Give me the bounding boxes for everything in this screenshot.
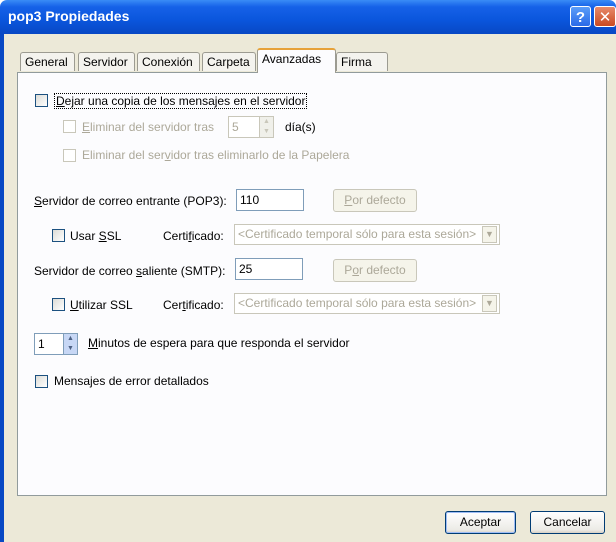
remove-after-unit: día(s) (285, 120, 316, 134)
outgoing-port-input[interactable]: 25 (235, 258, 303, 280)
timeout-label: Minutos de espera para que responda el s… (88, 336, 350, 350)
incoming-cert-select[interactable]: <Certificado temporal sólo para esta ses… (234, 224, 500, 245)
ok-button[interactable]: Aceptar (445, 511, 516, 534)
leave-copy-label[interactable]: Dejar una copia de los mensajes en el se… (54, 93, 308, 109)
spin-up-icon[interactable]: ▲ (64, 334, 77, 344)
spin-up-icon[interactable]: ▲ (260, 117, 273, 127)
remove-after-checkbox[interactable] (63, 120, 76, 133)
window-title: pop3 Propiedades (8, 8, 130, 24)
remove-after-spinner[interactable]: ▲ ▼ (259, 116, 274, 138)
cancel-button[interactable]: Cancelar (530, 511, 605, 534)
incoming-cert-label: Certificado: (163, 229, 224, 243)
remove-deleted-checkbox[interactable] (63, 149, 76, 162)
chevron-down-icon[interactable]: ▼ (482, 226, 497, 243)
incoming-server-label: Servidor de correo entrante (POP3): (34, 194, 227, 208)
remove-after-label: Eliminar del servidor tras (82, 120, 215, 134)
tab-firma[interactable]: Firma (336, 52, 388, 71)
tab-carpeta[interactable]: Carpeta (202, 52, 256, 71)
detailed-errors-label: Mensajes de error detallados (54, 374, 209, 388)
tab-general[interactable]: General (20, 52, 75, 71)
timeout-input[interactable]: 1 (34, 333, 64, 355)
outgoing-cert-select[interactable]: <Certificado temporal sólo para esta ses… (234, 293, 500, 314)
spin-down-icon[interactable]: ▼ (260, 127, 273, 137)
window-left-border (0, 34, 4, 542)
spin-down-icon[interactable]: ▼ (64, 344, 77, 354)
tab-conexion[interactable]: Conexión (137, 52, 200, 71)
incoming-default-button[interactable]: Por defecto (333, 189, 417, 212)
close-button[interactable]: ✕ (594, 6, 616, 27)
timeout-spinner[interactable]: ▲ ▼ (63, 333, 78, 355)
incoming-ssl-checkbox[interactable] (52, 229, 65, 242)
outgoing-ssl-label: Utilizar SSL (70, 298, 133, 312)
outgoing-default-button[interactable]: Por defecto (333, 259, 417, 282)
incoming-port-input[interactable]: 110 (236, 189, 304, 211)
help-button[interactable]: ? (570, 6, 591, 27)
outgoing-ssl-checkbox[interactable] (52, 298, 65, 311)
detailed-errors-checkbox[interactable] (35, 375, 48, 388)
chevron-down-icon[interactable]: ▼ (482, 295, 497, 312)
tab-servidor[interactable]: Servidor (78, 52, 135, 71)
outgoing-cert-label: Certificado: (163, 298, 224, 312)
outgoing-server-label: Servidor de correo saliente (SMTP): (34, 264, 226, 278)
remove-deleted-label: Eliminar del servidor tras eliminarlo de… (82, 148, 350, 162)
tab-panel-avanzadas (17, 72, 607, 496)
incoming-ssl-label: Usar SSL (70, 229, 122, 243)
leave-copy-checkbox[interactable] (35, 94, 48, 107)
tab-avanzadas[interactable]: Avanzadas (257, 48, 336, 73)
remove-after-days-input[interactable]: 5 (228, 116, 260, 138)
